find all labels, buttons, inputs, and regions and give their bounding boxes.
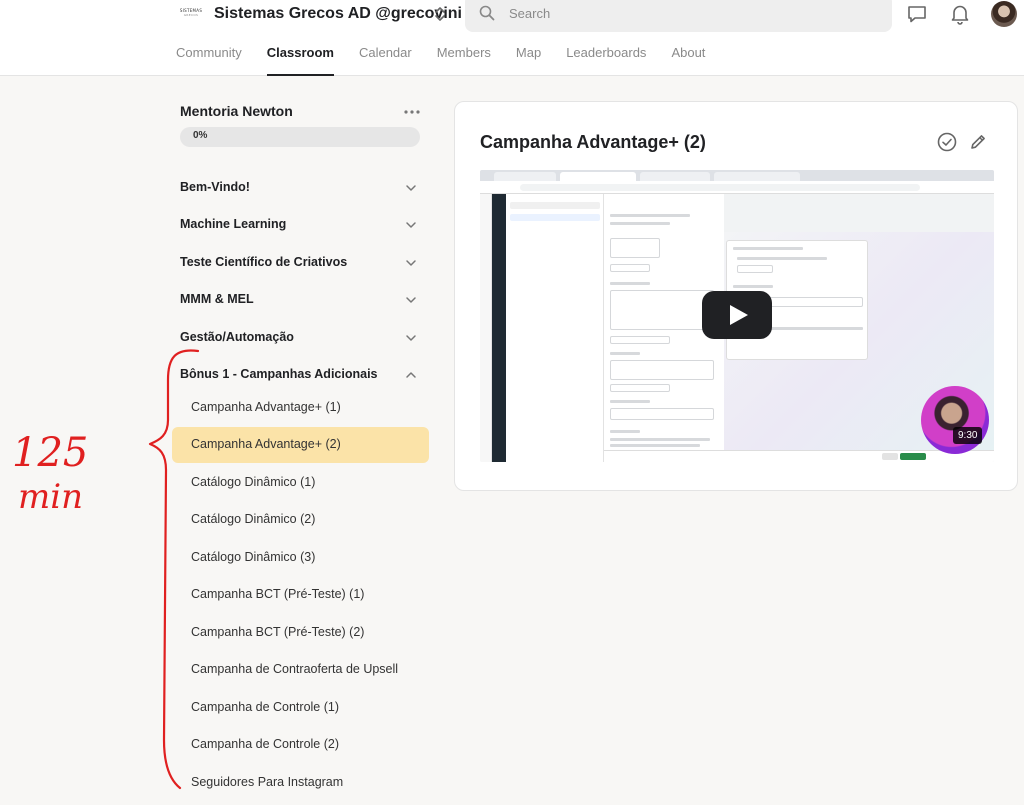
chevron-up-icon — [406, 372, 416, 378]
mark-complete-check-icon[interactable] — [937, 132, 957, 152]
search-icon — [479, 5, 495, 21]
top-header: SISTEMAS GRECOS Sistemas Grecos AD @grec… — [0, 0, 1024, 76]
lesson-label: Catálogo Dinâmico (2) — [191, 512, 316, 526]
notifications-bell-icon[interactable] — [950, 3, 970, 25]
lesson-label: Campanha de Contraoferta de Upsell — [191, 662, 399, 676]
video-list-row — [510, 202, 600, 209]
section-bonus-1[interactable]: Bônus 1 - Campanhas Adicionais — [172, 358, 430, 392]
tab-classroom[interactable]: Classroom — [266, 45, 335, 76]
chevron-down-icon — [406, 222, 416, 228]
section-mmm-mel[interactable]: MMM & MEL — [172, 283, 430, 317]
lesson-label: Campanha Advantage+ (2) — [191, 437, 341, 451]
lesson-label: Campanha BCT (Pré-Teste) (1) — [191, 587, 365, 601]
lesson-item-active[interactable]: Campanha Advantage+ (2) — [172, 427, 429, 463]
video-browser-tab — [714, 172, 800, 181]
section-label: MMM & MEL — [180, 292, 254, 306]
video-player[interactable]: 9:30 — [480, 170, 994, 462]
edit-pencil-icon[interactable] — [969, 133, 987, 151]
video-publish-button-graphic — [900, 453, 926, 460]
lesson-label: Catálogo Dinâmico (1) — [191, 475, 316, 489]
user-avatar[interactable] — [991, 1, 1017, 27]
lesson-item[interactable]: Campanha de Contraoferta de Upsell — [172, 652, 429, 688]
lesson-title: Campanha Advantage+ (2) — [480, 132, 706, 152]
tab-leaderboards[interactable]: Leaderboards — [566, 45, 646, 76]
section-bem-vindo[interactable]: Bem-Vindo! — [172, 171, 430, 205]
annotation-text-minutes-unit: min — [18, 477, 83, 517]
lesson-label: Seguidores Para Instagram — [191, 775, 344, 789]
video-duration: 9:30 — [953, 427, 983, 444]
handwritten-annotation: 125 min — [12, 349, 200, 790]
course-progress-bar: 0% — [180, 127, 420, 147]
lesson-label: Campanha de Controle (2) — [191, 737, 339, 751]
more-options-icon[interactable] — [404, 110, 420, 114]
video-dark-panel — [492, 194, 506, 462]
lesson-label: Campanha BCT (Pré-Teste) (2) — [191, 625, 365, 639]
video-browser-tab — [560, 172, 636, 181]
video-browser-tab — [640, 172, 710, 181]
lesson-item[interactable]: Campanha BCT (Pré-Teste) (2) — [172, 615, 429, 651]
section-machine-learning[interactable]: Machine Learning — [172, 208, 430, 242]
lesson-item[interactable]: Catálogo Dinâmico (1) — [172, 465, 429, 501]
lesson-item[interactable]: Campanha Advantage+ (1) — [172, 390, 429, 426]
video-footer-bar — [604, 450, 994, 462]
lesson-card: Campanha Advantage+ (2) 9:30 — [454, 101, 1018, 491]
group-logo[interactable]: SISTEMAS GRECOS — [176, 8, 206, 22]
lesson-item[interactable]: Campanha de Controle (1) — [172, 690, 429, 726]
nav-tabs: Community Classroom Calendar Members Map… — [176, 45, 730, 76]
search-input[interactable] — [509, 3, 869, 23]
course-title: Mentoria Newton — [180, 103, 293, 119]
tab-about[interactable]: About — [671, 45, 705, 76]
section-label: Teste Científico de Criativos — [180, 255, 348, 269]
tab-community[interactable]: Community — [176, 45, 242, 76]
section-teste-cientifico[interactable]: Teste Científico de Criativos — [172, 246, 430, 280]
video-browser-urlbar — [480, 181, 994, 194]
section-label: Bônus 1 - Campanhas Adicionais — [180, 367, 378, 381]
lesson-item[interactable]: Campanha de Controle (2) — [172, 727, 429, 763]
video-browser-tab — [494, 172, 556, 181]
video-left-rail — [480, 194, 492, 462]
video-url-field — [520, 184, 920, 191]
group-name[interactable]: Sistemas Grecos AD @grecovini — [214, 5, 462, 23]
lesson-item[interactable]: Catálogo Dinâmico (3) — [172, 540, 429, 576]
chat-icon[interactable] — [906, 4, 928, 24]
tab-calendar[interactable]: Calendar — [359, 45, 412, 76]
lesson-item[interactable]: Catálogo Dinâmico (2) — [172, 502, 429, 538]
video-list-row — [510, 214, 600, 221]
section-gestao-automacao[interactable]: Gestão/Automação — [172, 321, 430, 355]
chevron-down-icon — [406, 297, 416, 303]
section-label: Bem-Vindo! — [180, 180, 250, 194]
chevron-down-icon — [406, 335, 416, 341]
group-switcher-icon[interactable] — [433, 4, 447, 24]
video-back-button-graphic — [882, 453, 898, 460]
tab-members[interactable]: Members — [437, 45, 491, 76]
annotation-text-minutes-value: 125 — [12, 430, 88, 476]
section-label: Machine Learning — [180, 217, 287, 231]
section-label: Gestão/Automação — [180, 330, 294, 344]
chevron-down-icon — [406, 260, 416, 266]
progress-label: 0% — [193, 130, 208, 141]
search-bar[interactable] — [465, 0, 892, 32]
lesson-label: Campanha de Controle (1) — [191, 700, 339, 714]
video-list-panel — [506, 194, 604, 462]
lesson-item[interactable]: Seguidores Para Instagram — [172, 765, 429, 801]
video-browser-tabbar — [480, 170, 994, 181]
play-button[interactable] — [702, 291, 772, 339]
lesson-label: Campanha Advantage+ (1) — [191, 400, 341, 414]
tab-map[interactable]: Map — [516, 45, 541, 76]
chevron-down-icon — [406, 185, 416, 191]
lesson-item[interactable]: Campanha BCT (Pré-Teste) (1) — [172, 577, 429, 613]
lesson-label: Catálogo Dinâmico (3) — [191, 550, 316, 564]
